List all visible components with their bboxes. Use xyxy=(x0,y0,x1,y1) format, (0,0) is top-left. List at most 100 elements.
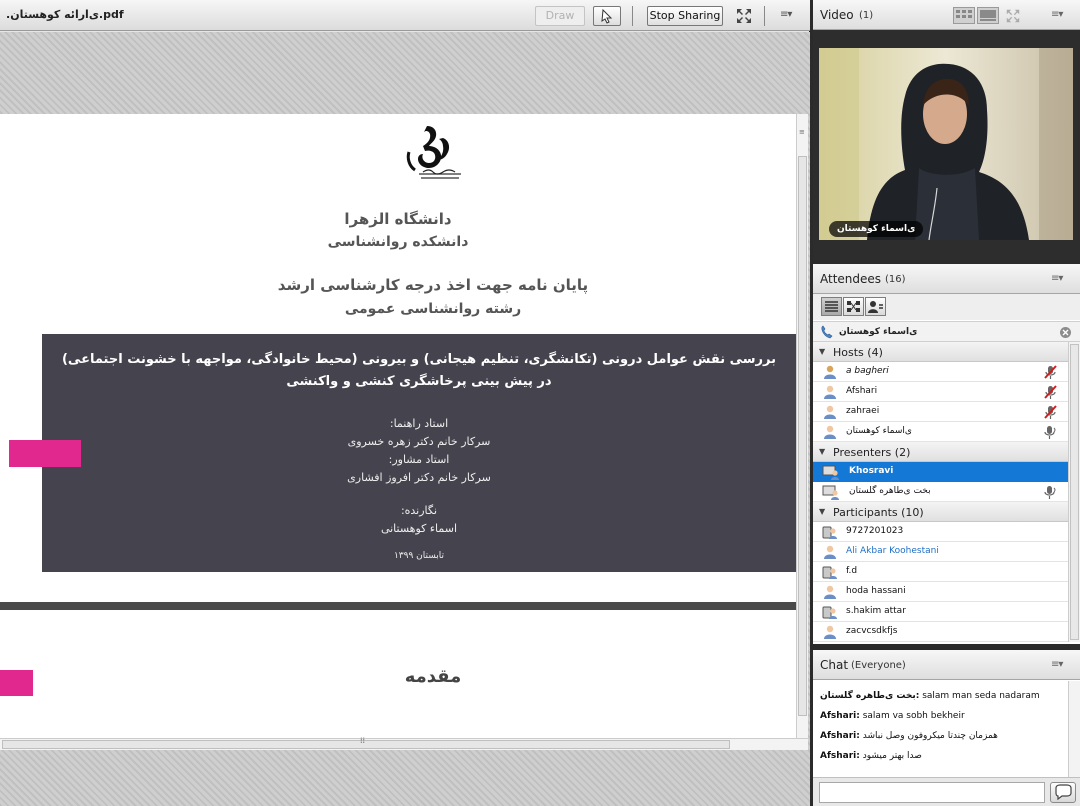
attendee-row-selected[interactable]: Khosravi xyxy=(813,462,1068,482)
collapse-arrow-icon: ▼ xyxy=(819,507,826,516)
document-vertical-scrollbar[interactable]: ≡ xyxy=(796,114,808,738)
share-pod-header: .ی‌ارائه کوهستان.pdf Draw Stop Sharing ≡… xyxy=(0,0,810,31)
pointer-button[interactable] xyxy=(593,6,621,26)
attendee-row[interactable]: f.d xyxy=(813,562,1068,582)
chat-message: Afshari: salam va sobh bekheir xyxy=(820,711,965,721)
attendee-scroll-thumb[interactable] xyxy=(1070,344,1079,640)
host-icon xyxy=(824,425,836,439)
author-name: اسماء کوهستانی xyxy=(380,522,458,535)
breakout-view-button[interactable] xyxy=(843,297,864,316)
participants-group-header[interactable]: ▼ Participants (10) xyxy=(813,502,1068,522)
grid-view-icon xyxy=(956,10,972,18)
attendee-name: Ali Akbar Koohestani xyxy=(846,546,939,556)
fullscreen-button[interactable] xyxy=(735,7,753,25)
attendee-name: s.hakim attar xyxy=(846,606,906,616)
chat-messages: بخت ی‌طاهره گلستان: salam man seda nadar… xyxy=(813,681,1080,777)
chat-message: Afshari: صدا بهتر میشود xyxy=(820,751,922,761)
chat-text: صدا بهتر میشود xyxy=(862,751,922,761)
attendee-row[interactable]: 9727201023 xyxy=(813,522,1068,542)
user-status-button[interactable] xyxy=(865,297,886,316)
attendee-row[interactable]: zahraei xyxy=(813,402,1068,422)
presenter-icon xyxy=(822,465,839,480)
thesis-date: تابستان ۱۳۹۹ xyxy=(393,551,445,561)
document-horizontal-scrollbar[interactable]: ⁞⁞ xyxy=(0,736,808,750)
chat-input[interactable] xyxy=(819,782,1045,803)
video-pod-title: Video xyxy=(820,8,854,22)
attendees-count: (16) xyxy=(885,274,906,285)
phone-user-icon xyxy=(822,526,837,539)
attendee-row[interactable]: s.hakim attar xyxy=(813,602,1068,622)
attendee-row[interactable]: Ali Akbar Koohestani xyxy=(813,542,1068,562)
attendee-name: f.d xyxy=(846,566,858,576)
thesis-title-line-1: بررسی نقش عوامل درونی (تکانشگری، تنظیم ه… xyxy=(61,352,776,367)
slide-page-1: دانشگاه الزهرا دانشکده روانشناسی پایان ن… xyxy=(0,114,796,602)
close-icon[interactable] xyxy=(1059,326,1072,339)
collapse-arrow-icon: ▼ xyxy=(819,347,826,356)
introduction-heading: مقدمه xyxy=(404,666,462,687)
attendee-name: zahraei xyxy=(846,406,880,416)
fullscreen-icon xyxy=(1006,9,1020,23)
breakout-icon xyxy=(847,301,860,312)
share-pod: .ی‌ارائه کوهستان.pdf Draw Stop Sharing ≡… xyxy=(0,0,810,806)
consultant-name: سرکار خانم دکتر افروز افشاری xyxy=(347,471,491,484)
toolbar-divider xyxy=(764,6,765,26)
my-status-bar: ی‌اسماء کوهستان xyxy=(813,321,1080,342)
presenters-group-header[interactable]: ▼ Presenters (2) xyxy=(813,442,1068,462)
advisor-name: سرکار خانم دکتر زهره خسروی xyxy=(347,435,491,448)
mic-muted-icon[interactable] xyxy=(1042,364,1058,380)
draw-button[interactable]: Draw xyxy=(535,6,585,26)
consultant-label: استاد مشاور: xyxy=(388,453,450,466)
attendee-row[interactable]: hoda hassani xyxy=(813,582,1068,602)
attendee-name: ی‌اسماء کوهستان xyxy=(846,426,912,436)
send-message-button[interactable] xyxy=(1050,782,1076,803)
chat-text: همزمان چندتا میکروفون وصل نباشد xyxy=(862,731,998,741)
chat-message: Afshari: همزمان چندتا میکروفون وصل نباشد xyxy=(820,731,998,741)
attendees-menu-icon[interactable]: ≡▾ xyxy=(1051,273,1063,284)
share-menu-icon[interactable]: ≡▾ xyxy=(780,9,792,20)
chat-text: salam va sobh bekheir xyxy=(862,711,965,721)
chat-text: salam man seda nadaram xyxy=(922,691,1040,701)
chat-menu-icon[interactable]: ≡▾ xyxy=(1051,659,1063,670)
webcam-video[interactable]: ی‌اسماء کوهستان xyxy=(819,48,1073,240)
mic-muted-icon[interactable] xyxy=(1042,384,1058,400)
user-icon xyxy=(868,301,883,313)
attendee-row[interactable]: a bagheri xyxy=(813,362,1068,382)
mic-icon[interactable] xyxy=(1042,484,1058,500)
share-canvas: دانشگاه الزهرا دانشکده روانشناسی پایان ن… xyxy=(0,32,810,806)
horizontal-scroll-thumb[interactable] xyxy=(2,740,730,749)
attendees-pod-title: Attendees xyxy=(820,272,882,286)
participants-group-label: Participants (10) xyxy=(833,506,924,519)
host-icon xyxy=(824,405,836,419)
attendee-list-scrollbar[interactable] xyxy=(1068,342,1080,642)
attendee-name: 9727201023 xyxy=(846,526,904,536)
author-label: نگارنده: xyxy=(400,504,438,517)
chat-sender: Afshari: xyxy=(820,731,860,741)
list-view-button[interactable] xyxy=(821,297,842,316)
video-menu-icon[interactable]: ≡▾ xyxy=(1051,9,1063,20)
chat-message: بخت ی‌طاهره گلستان: salam man seda nadar… xyxy=(820,691,1040,701)
vertical-scroll-thumb[interactable] xyxy=(798,156,807,716)
attendee-row[interactable]: zacvcsdkfjs xyxy=(813,622,1068,642)
hosts-group-label: Hosts (4) xyxy=(833,346,883,359)
grid-view-button[interactable] xyxy=(953,7,975,24)
host-icon xyxy=(824,365,836,379)
hosts-group-header[interactable]: ▼ Hosts (4) xyxy=(813,342,1068,362)
mic-muted-icon[interactable] xyxy=(1042,404,1058,420)
video-fullscreen-button[interactable] xyxy=(1005,8,1021,27)
chat-scrollbar[interactable] xyxy=(1068,681,1080,777)
stop-sharing-button[interactable]: Stop Sharing xyxy=(647,6,723,26)
advisor-label: استاد راهنما: xyxy=(389,417,449,430)
page-divider xyxy=(0,602,796,610)
attendee-row[interactable]: Afshari xyxy=(813,382,1068,402)
document-title: .ی‌ارائه کوهستان.pdf xyxy=(6,8,124,21)
attendee-row[interactable]: بخت ی‌طاهره گلستان xyxy=(813,482,1068,502)
collapse-arrow-icon: ▼ xyxy=(819,447,826,456)
attendees-pod-header: Attendees (16) ≡▾ xyxy=(813,264,1080,294)
single-view-button[interactable] xyxy=(977,7,999,24)
mic-icon[interactable] xyxy=(1042,424,1058,440)
phone-user-icon xyxy=(822,566,837,579)
presenter-icon xyxy=(822,485,839,500)
send-icon xyxy=(1055,784,1072,801)
attendee-row[interactable]: ی‌اسماء کوهستان xyxy=(813,422,1068,442)
attendees-pod: Attendees (16) ≡▾ xyxy=(813,264,1080,644)
